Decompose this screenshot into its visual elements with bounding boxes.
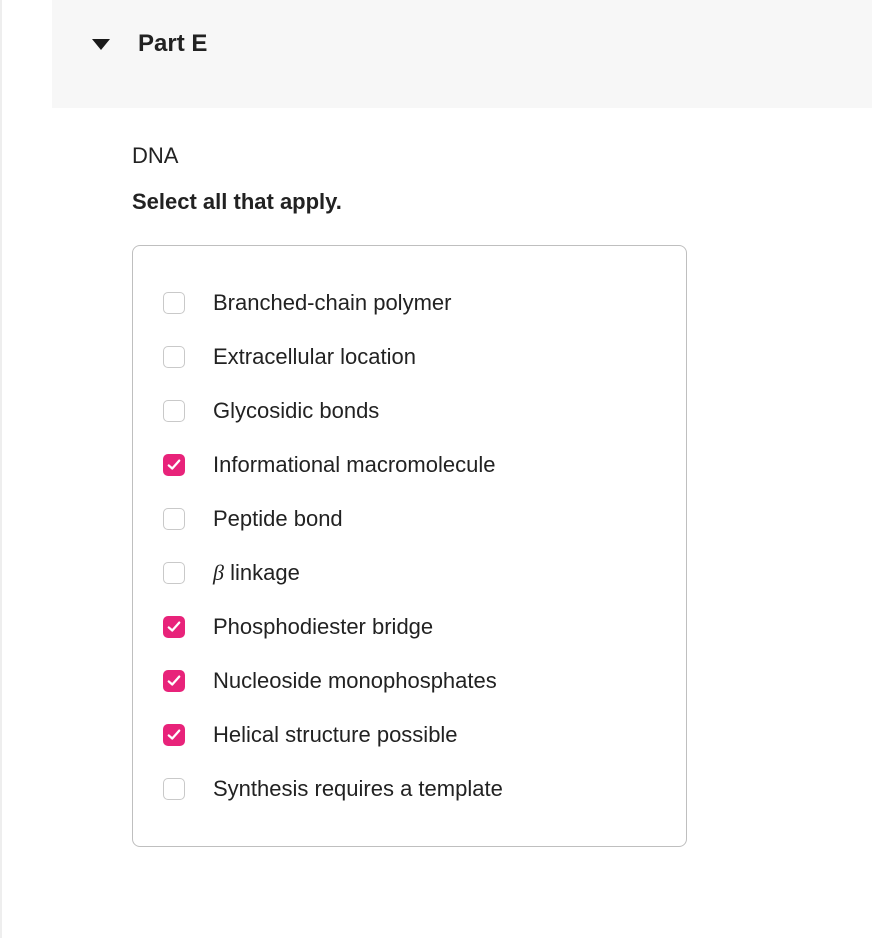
checkbox[interactable]: [163, 724, 185, 746]
question-body: DNA Select all that apply. Branched-chai…: [2, 108, 872, 847]
option-row[interactable]: Peptide bond: [163, 492, 656, 546]
option-label: Extracellular location: [213, 344, 416, 370]
option-row[interactable]: Glycosidic bonds: [163, 384, 656, 438]
part-title: Part E: [138, 30, 207, 58]
option-label: Branched-chain polymer: [213, 290, 451, 316]
option-row[interactable]: β linkage: [163, 546, 656, 600]
caret-down-icon: [92, 39, 110, 50]
part-header[interactable]: Part E: [52, 0, 872, 108]
option-label: Synthesis requires a template: [213, 776, 503, 802]
checkbox[interactable]: [163, 454, 185, 476]
option-row[interactable]: Synthesis requires a template: [163, 762, 656, 816]
option-row[interactable]: Phosphodiester bridge: [163, 600, 656, 654]
quiz-container: Part E DNA Select all that apply. Branch…: [0, 0, 872, 938]
option-label: Informational macromolecule: [213, 452, 495, 478]
option-label: Helical structure possible: [213, 722, 458, 748]
checkbox[interactable]: [163, 292, 185, 314]
checkbox[interactable]: [163, 508, 185, 530]
question-instruction: Select all that apply.: [132, 189, 832, 215]
option-row[interactable]: Branched-chain polymer: [163, 276, 656, 330]
option-row[interactable]: Helical structure possible: [163, 708, 656, 762]
options-group: Branched-chain polymer Extracellular loca…: [132, 245, 687, 847]
checkbox[interactable]: [163, 616, 185, 638]
option-row[interactable]: Nucleoside monophosphates: [163, 654, 656, 708]
checkbox[interactable]: [163, 400, 185, 422]
option-label: Nucleoside monophosphates: [213, 668, 497, 694]
option-row[interactable]: Informational macromolecule: [163, 438, 656, 492]
option-label: Peptide bond: [213, 506, 343, 532]
option-label: Phosphodiester bridge: [213, 614, 433, 640]
option-label: Glycosidic bonds: [213, 398, 379, 424]
checkbox[interactable]: [163, 778, 185, 800]
checkbox[interactable]: [163, 562, 185, 584]
option-label: β linkage: [213, 560, 300, 586]
checkbox[interactable]: [163, 346, 185, 368]
question-subject: DNA: [132, 143, 832, 169]
option-row[interactable]: Extracellular location: [163, 330, 656, 384]
checkbox[interactable]: [163, 670, 185, 692]
